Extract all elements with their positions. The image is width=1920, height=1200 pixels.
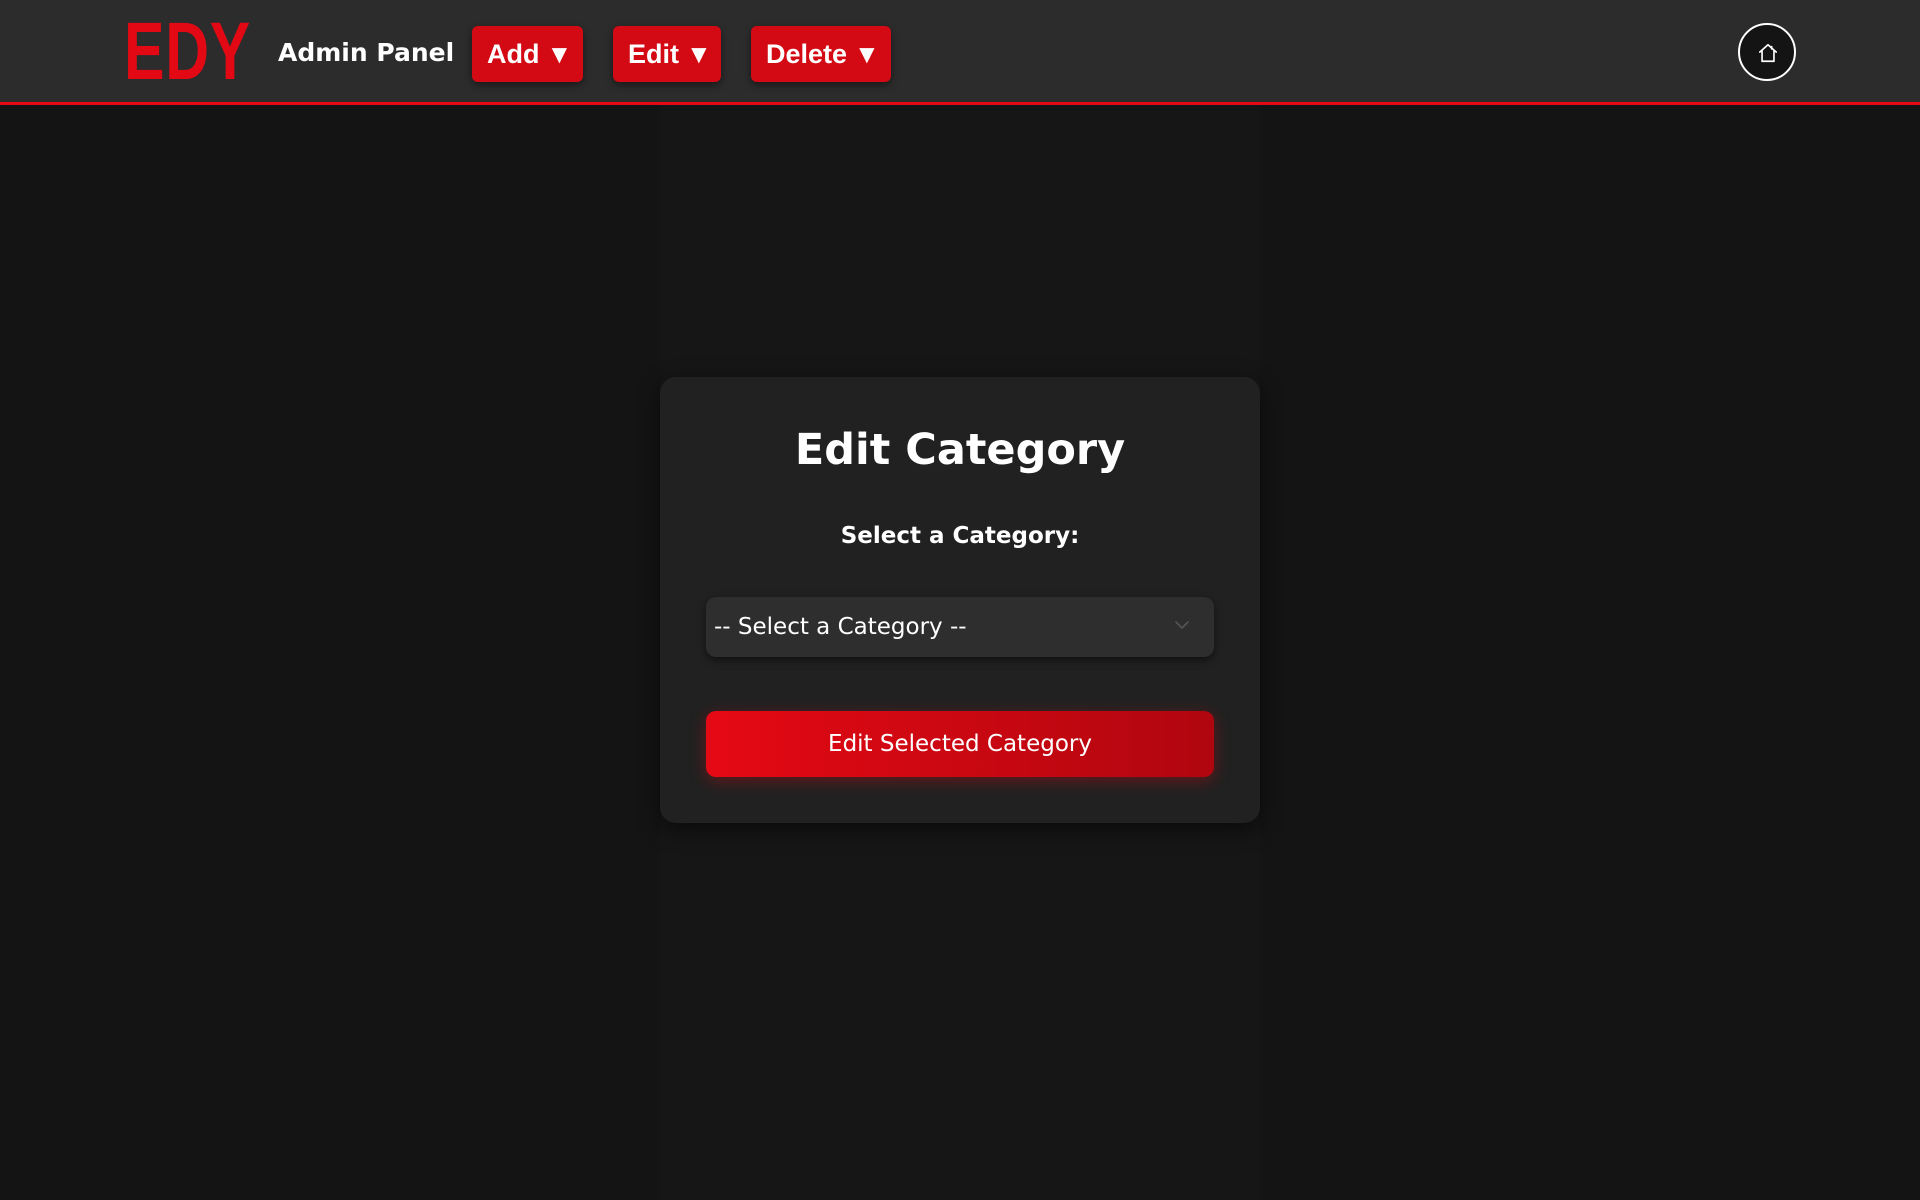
delete-menu-button[interactable]: Delete ▼ [751,26,891,82]
category-select[interactable]: -- Select a Category -- [706,597,1214,657]
add-menu-button[interactable]: Add ▼ [472,26,583,82]
card-title: Edit Category [794,425,1126,475]
edy-logo[interactable]: EDY [124,11,251,93]
edit-menu-label: Edit [628,39,679,69]
home-button[interactable] [1738,23,1796,81]
caret-down-icon: ▼ [686,39,712,69]
caret-down-icon: ▼ [546,39,573,69]
add-menu-label: Add [487,39,540,69]
admin-panel-title: Admin Panel [278,38,455,67]
delete-menu-label: Delete [766,39,848,69]
category-select-value: -- Select a Category -- [714,614,967,640]
category-select-label: Select a Category: [840,523,1080,549]
top-navbar: EDY Admin Panel Add ▼ Edit ▼ Delete ▼ [0,0,1920,105]
chevron-down-icon [1175,621,1189,629]
caret-down-icon: ▼ [854,39,880,69]
edit-menu-button[interactable]: Edit ▼ [613,26,721,82]
home-icon [1758,43,1778,63]
edit-selected-category-button[interactable]: Edit Selected Category [706,711,1214,777]
